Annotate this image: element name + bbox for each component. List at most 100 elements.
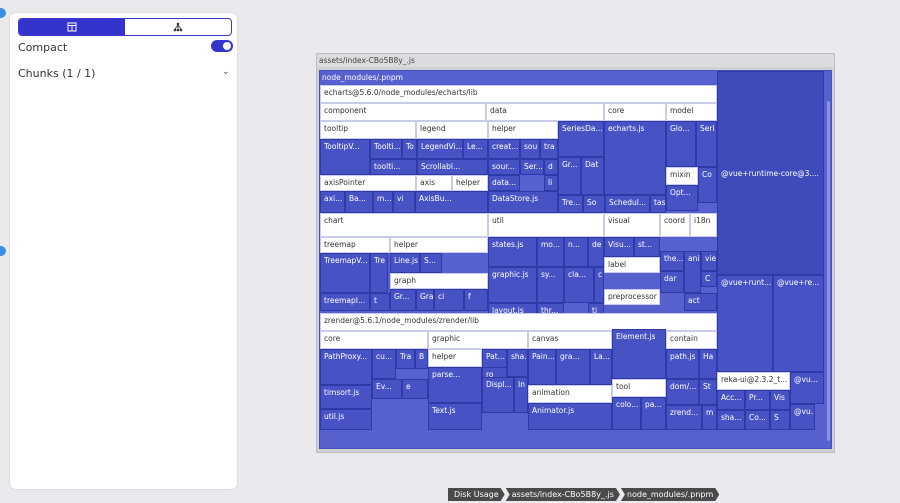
treemap-cell[interactable]: core: [320, 331, 428, 349]
treemap-cell[interactable]: e: [402, 379, 428, 399]
treemap-cell[interactable]: st...: [634, 237, 660, 257]
treemap-cell[interactable]: Ba...: [345, 191, 373, 213]
treemap-cell[interactable]: data: [486, 103, 604, 121]
treemap-cell[interactable]: toolti...: [370, 159, 417, 175]
treemap-cell[interactable]: legend: [416, 121, 488, 139]
compact-toggle[interactable]: [211, 40, 233, 52]
treemap-cell[interactable]: Scrollabl...: [417, 159, 488, 175]
treemap-cell[interactable]: axisPointer: [320, 175, 416, 191]
treemap-cell[interactable]: Tre...: [558, 195, 583, 213]
treemap-cell[interactable]: tra: [540, 139, 558, 159]
treemap-cell[interactable]: i18n: [690, 213, 717, 237]
treemap-cell[interactable]: PathProxy...: [320, 349, 372, 385]
treemap-cell[interactable]: helper: [488, 121, 558, 139]
treemap-cell[interactable]: parse...: [428, 367, 482, 403]
treemap-cell[interactable]: cla...: [564, 267, 594, 303]
treemap-cell[interactable]: contain: [666, 331, 717, 349]
treemap-cell[interactable]: chart: [320, 213, 488, 237]
treemap-cell[interactable]: dom/...: [666, 379, 699, 405]
treemap-cell[interactable]: echarts@5.6.0/node_modules/echarts/lib: [320, 85, 717, 103]
treemap-cell[interactable]: treemap: [320, 237, 390, 253]
treemap-cell[interactable]: reka-ui@2.3.2_t...: [717, 372, 790, 390]
treemap-cell[interactable]: mixin: [666, 167, 698, 185]
treemap-cell[interactable]: component: [320, 103, 486, 121]
treemap-cell[interactable]: creat...: [488, 139, 520, 159]
treemap-cell[interactable]: B: [415, 349, 428, 369]
treemap-cell[interactable]: LegendVi...: [417, 139, 463, 159]
chunks-dropdown-label[interactable]: Chunks (1 / 1): [18, 67, 95, 80]
treemap-cell[interactable]: path.js: [666, 349, 699, 379]
treemap-cell[interactable]: Pain...: [528, 349, 556, 385]
treemap-cell[interactable]: Text.js: [428, 403, 482, 430]
treemap-cell[interactable]: @vue+runt...: [717, 275, 773, 372]
treemap-cell[interactable]: ci: [434, 289, 464, 311]
treemap-cell[interactable]: @vu...: [790, 372, 824, 404]
tree-view-tab[interactable]: [125, 19, 231, 35]
treemap-cell[interactable]: f: [464, 289, 488, 311]
treemap-cell[interactable]: mo...: [537, 237, 564, 267]
treemap-cell[interactable]: de: [588, 237, 604, 267]
treemap-cell[interactable]: axis: [416, 175, 452, 191]
treemap-cell[interactable]: coord: [660, 213, 690, 237]
treemap-cell[interactable]: li: [544, 175, 558, 191]
treemap-cell[interactable]: canvas: [528, 331, 612, 349]
treemap-cell[interactable]: C: [701, 271, 717, 287]
treemap-cell[interactable]: La...: [590, 349, 612, 385]
treemap-cell[interactable]: helper: [452, 175, 488, 191]
treemap-cell[interactable]: ani: [684, 251, 701, 293]
treemap-cell[interactable]: Le...: [463, 139, 488, 159]
treemap-cell[interactable]: helper: [390, 237, 488, 253]
treemap-cell[interactable]: Line.js: [390, 253, 420, 273]
table-view-tab[interactable]: [19, 19, 125, 35]
treemap-cell[interactable]: Opt...: [666, 185, 698, 211]
treemap-cell[interactable]: sour...: [488, 159, 520, 175]
treemap-cell[interactable]: states.js: [488, 237, 537, 267]
treemap-cell[interactable]: sha...: [507, 349, 528, 377]
treemap-cell[interactable]: colo...: [612, 397, 641, 430]
treemap-cell[interactable]: In: [514, 377, 528, 413]
treemap-cell[interactable]: Gr...: [558, 157, 581, 195]
treemap-cell[interactable]: sy...: [537, 267, 564, 303]
view-mode-switch[interactable]: [18, 18, 232, 36]
treemap-cell[interactable]: sha...: [717, 410, 745, 430]
treemap-cell[interactable]: pa...: [641, 397, 666, 430]
treemap-cell[interactable]: t: [370, 293, 390, 311]
treemap-cell[interactable]: AxisBu...: [415, 191, 488, 213]
treemap-cell[interactable]: graph: [390, 273, 488, 289]
resize-handle-mid[interactable]: [0, 246, 6, 256]
treemap-cell[interactable]: the...: [660, 251, 684, 271]
treemap-cell[interactable]: Element.js: [612, 329, 666, 379]
treemap-cell[interactable]: tool: [612, 379, 666, 397]
treemap-cell[interactable]: vi: [393, 191, 415, 213]
treemap-cell[interactable]: St: [699, 379, 717, 405]
treemap-cell[interactable]: Tra: [396, 349, 415, 369]
treemap-cell[interactable]: preprocessor: [604, 289, 660, 305]
treemap-cell[interactable]: treemapI...: [320, 293, 370, 311]
treemap-cell[interactable]: util: [488, 213, 604, 237]
treemap-cell[interactable]: Gr...: [390, 289, 416, 311]
treemap-cell[interactable]: tas: [650, 195, 666, 213]
treemap-cell[interactable]: Animator.js: [528, 403, 612, 430]
treemap-cell[interactable]: act: [684, 293, 717, 311]
treemap-cell[interactable]: So: [583, 195, 605, 213]
treemap-cell[interactable]: label: [604, 257, 660, 273]
treemap-cell[interactable]: util.js: [320, 409, 372, 430]
treemap-cell[interactable]: Displ...: [482, 377, 514, 413]
treemap-cell[interactable]: echarts.js: [604, 121, 666, 195]
breadcrumb-item[interactable]: assets/index-CBo5B8y_.js: [506, 488, 620, 501]
treemap-cell[interactable]: data...: [488, 175, 520, 191]
treemap-cell[interactable]: @vue+runtime-core@3....: [717, 71, 824, 275]
treemap-cell[interactable]: TreemapV...: [320, 253, 370, 293]
treemap-cell[interactable]: dar: [660, 271, 684, 293]
chevron-down-icon[interactable]: ⌄: [222, 67, 230, 77]
treemap-cell[interactable]: Pr...: [745, 390, 770, 410]
treemap-cell[interactable]: SeriesDa...: [558, 121, 604, 157]
treemap-cell[interactable]: Acc...: [717, 390, 745, 410]
treemap-cell[interactable]: DataStore.js: [488, 191, 558, 213]
treemap-cell[interactable]: axi...: [320, 191, 345, 213]
treemap-cell[interactable]: @vu...: [790, 404, 815, 430]
treemap-cell[interactable]: Tre: [370, 253, 388, 293]
treemap-cell[interactable]: Dat: [581, 157, 604, 195]
treemap-cell[interactable]: Gra: [416, 289, 434, 311]
treemap-cell[interactable]: Ser...: [520, 159, 544, 175]
